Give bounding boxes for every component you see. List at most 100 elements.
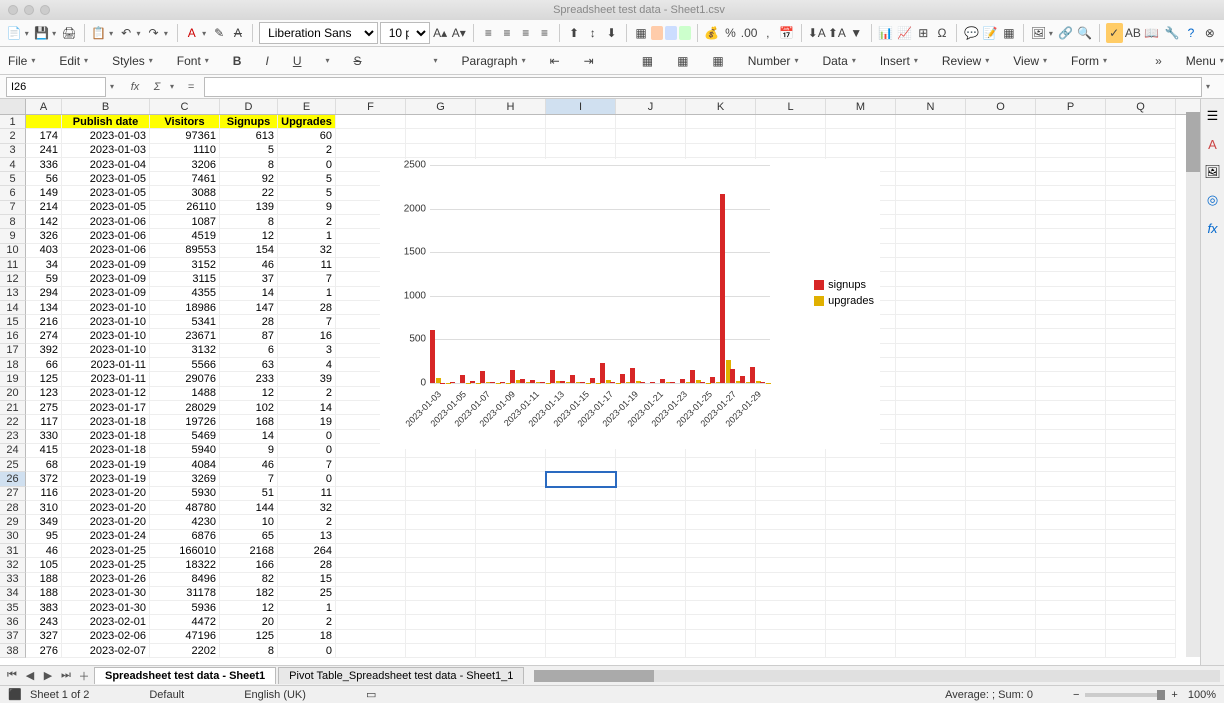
cellref-dropdown-icon[interactable]: ▾: [110, 82, 118, 91]
cell-P32[interactable]: [1036, 558, 1106, 572]
menu-data[interactable]: Data▾: [822, 54, 855, 68]
cell-N7[interactable]: [896, 201, 966, 215]
cell-O32[interactable]: [966, 558, 1036, 572]
cell-D1[interactable]: Signups: [220, 115, 278, 129]
cell-D22[interactable]: 168: [220, 415, 278, 429]
cell-N38[interactable]: [896, 644, 966, 658]
fx-icon[interactable]: fx: [126, 78, 144, 96]
cell-M35[interactable]: [826, 601, 896, 615]
cell-M32[interactable]: [826, 558, 896, 572]
cell-O33[interactable]: [966, 573, 1036, 587]
cell-J2[interactable]: [616, 129, 686, 143]
cell-N25[interactable]: [896, 458, 966, 472]
cell-M26[interactable]: [826, 472, 896, 486]
cell-O26[interactable]: [966, 472, 1036, 486]
merge-cells-icon[interactable]: ▦: [633, 23, 650, 43]
cell-I29[interactable]: [546, 515, 616, 529]
cell-P16[interactable]: [1036, 329, 1106, 343]
cell-F32[interactable]: [336, 558, 406, 572]
cell-P5[interactable]: [1036, 172, 1106, 186]
cell-A8[interactable]: 142: [26, 215, 62, 229]
cell-G25[interactable]: [406, 458, 476, 472]
cell-K34[interactable]: [686, 587, 756, 601]
cell-F36[interactable]: [336, 615, 406, 629]
cell-C10[interactable]: 89553: [150, 244, 220, 258]
cell-F31[interactable]: [336, 544, 406, 558]
cell-B25[interactable]: 2023-01-19: [62, 458, 150, 472]
cell-P12[interactable]: [1036, 272, 1106, 286]
cell-L38[interactable]: [756, 644, 826, 658]
cell-P23[interactable]: [1036, 430, 1106, 444]
cell-I30[interactable]: [546, 530, 616, 544]
cell-K36[interactable]: [686, 615, 756, 629]
cell-G36[interactable]: [406, 615, 476, 629]
row-header-23[interactable]: 23: [0, 430, 26, 444]
cell-C9[interactable]: 4519: [150, 229, 220, 243]
cell-A38[interactable]: 276: [26, 644, 62, 658]
cell-D14[interactable]: 147: [220, 301, 278, 315]
cell-N14[interactable]: [896, 301, 966, 315]
filter-icon[interactable]: ▼: [848, 23, 865, 43]
cell-Q27[interactable]: [1106, 487, 1176, 501]
cell-N36[interactable]: [896, 615, 966, 629]
cell-A2[interactable]: 174: [26, 129, 62, 143]
cell-M30[interactable]: [826, 530, 896, 544]
cell-style1-icon[interactable]: [651, 26, 663, 40]
cell-L35[interactable]: [756, 601, 826, 615]
cell-A25[interactable]: 68: [26, 458, 62, 472]
row-header-8[interactable]: 8: [0, 215, 26, 229]
cell-C37[interactable]: 47196: [150, 630, 220, 644]
cell-style3-icon[interactable]: [679, 26, 691, 40]
cell-A6[interactable]: 149: [26, 186, 62, 200]
cell-I27[interactable]: [546, 487, 616, 501]
cell-J28[interactable]: [616, 501, 686, 515]
cell-G27[interactable]: [406, 487, 476, 501]
cell-E10[interactable]: 32: [278, 244, 336, 258]
cell-G37[interactable]: [406, 630, 476, 644]
cell-Q20[interactable]: [1106, 387, 1176, 401]
cell-D12[interactable]: 37: [220, 272, 278, 286]
cell-E1[interactable]: Upgrades: [278, 115, 336, 129]
cell-P34[interactable]: [1036, 587, 1106, 601]
cell-P20[interactable]: [1036, 387, 1106, 401]
cell-D26[interactable]: 7: [220, 472, 278, 486]
cell-Q14[interactable]: [1106, 301, 1176, 315]
cell-O28[interactable]: [966, 501, 1036, 515]
cell-E3[interactable]: 2: [278, 144, 336, 158]
cell-J35[interactable]: [616, 601, 686, 615]
cell-Q10[interactable]: [1106, 244, 1176, 258]
cell-L33[interactable]: [756, 573, 826, 587]
cell-I26[interactable]: [546, 472, 616, 486]
cell-I35[interactable]: [546, 601, 616, 615]
cell-Q29[interactable]: [1106, 515, 1176, 529]
cell-O16[interactable]: [966, 329, 1036, 343]
tools-icon[interactable]: 🔧: [1164, 23, 1181, 43]
cell-A11[interactable]: 34: [26, 258, 62, 272]
cell-P11[interactable]: [1036, 258, 1106, 272]
cell-K37[interactable]: [686, 630, 756, 644]
decimal-icon[interactable]: .00: [741, 23, 758, 43]
vertical-scrollbar[interactable]: [1186, 112, 1200, 657]
cell-Q13[interactable]: [1106, 287, 1176, 301]
row-header-18[interactable]: 18: [0, 358, 26, 372]
cell-B36[interactable]: 2023-02-01: [62, 615, 150, 629]
cell-B37[interactable]: 2023-02-06: [62, 630, 150, 644]
cell-O14[interactable]: [966, 301, 1036, 315]
tab-next-icon[interactable]: ▶: [40, 668, 56, 684]
cell-O22[interactable]: [966, 415, 1036, 429]
cell-O5[interactable]: [966, 172, 1036, 186]
cell-O8[interactable]: [966, 215, 1036, 229]
border2-icon[interactable]: ▦: [677, 51, 688, 71]
cell-Q1[interactable]: [1106, 115, 1176, 129]
cell-L28[interactable]: [756, 501, 826, 515]
cell-P13[interactable]: [1036, 287, 1106, 301]
cell-G3[interactable]: [406, 144, 476, 158]
cell-A29[interactable]: 349: [26, 515, 62, 529]
highlight-icon[interactable]: ✎: [211, 23, 228, 43]
cell-D2[interactable]: 613: [220, 129, 278, 143]
cell-K38[interactable]: [686, 644, 756, 658]
cell-C8[interactable]: 1087: [150, 215, 220, 229]
row-header-11[interactable]: 11: [0, 258, 26, 272]
cell-P38[interactable]: [1036, 644, 1106, 658]
cell-O30[interactable]: [966, 530, 1036, 544]
